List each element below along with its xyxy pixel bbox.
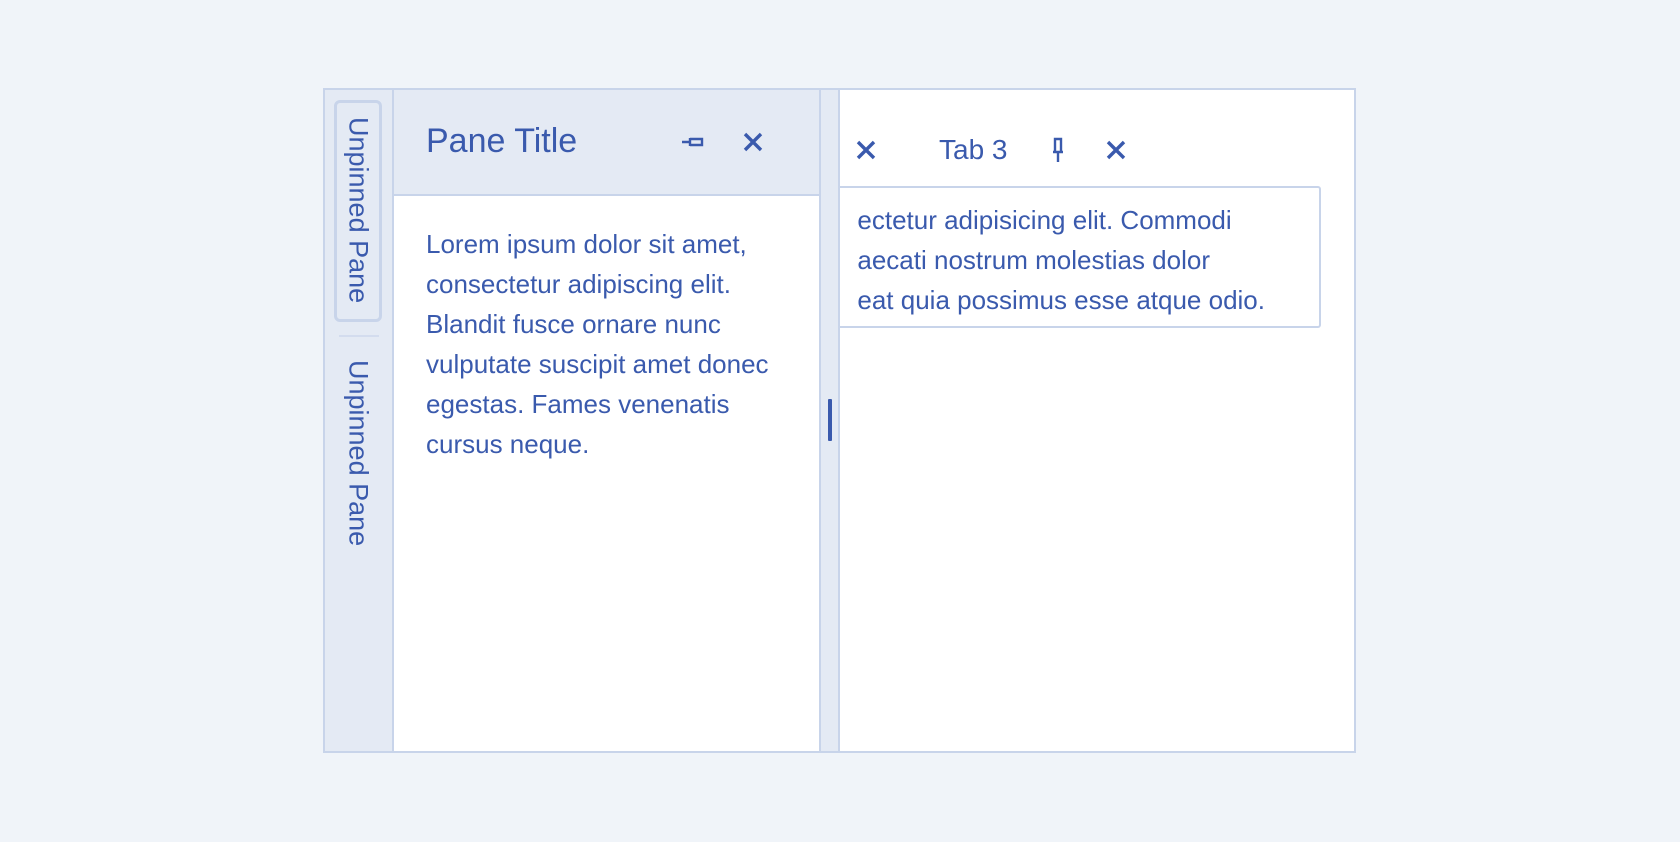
document-text: ectetur adipisicing elit. Commodi aecati… <box>857 200 1265 320</box>
document-line: aecati nostrum molestias dolor <box>857 245 1210 275</box>
pin-icon <box>1053 137 1063 162</box>
pin-button[interactable] <box>677 126 709 158</box>
document-area: Tab 3 ectetur adipisicing elit. Commodi … <box>840 90 1354 751</box>
splitter-grip[interactable] <box>828 399 832 441</box>
close-icon <box>743 132 763 152</box>
close-icon <box>1106 140 1126 160</box>
sidebar-divider <box>339 335 379 337</box>
pin-icon <box>682 137 704 147</box>
dock-window: Unpinned Pane Unpinned Pane Pane Title L… <box>323 88 1356 753</box>
sidebar-tab-unpinned-pane-2[interactable]: Unpinned Pane <box>334 360 382 560</box>
sidebar-tab-label: Unpinned Pane <box>343 360 374 547</box>
close-button[interactable] <box>737 126 769 158</box>
tab-2-close-button[interactable] <box>850 134 882 166</box>
pane-splitter[interactable] <box>819 90 840 751</box>
document-content: ectetur adipisicing elit. Commodi aecati… <box>840 186 1321 328</box>
pane-header: Pane Title <box>394 90 819 196</box>
unpinned-sidebar: Unpinned Pane Unpinned Pane <box>325 90 394 751</box>
flyout-pane: Pane Title Lorem ipsum dolor sit amet, c… <box>394 90 819 751</box>
tab-3-close-button[interactable] <box>1100 134 1132 166</box>
close-icon <box>856 140 876 160</box>
tab-3-pin-button[interactable] <box>1042 134 1074 166</box>
document-line: ectetur adipisicing elit. Commodi <box>857 205 1232 235</box>
tab-3[interactable]: Tab 3 <box>939 134 1008 166</box>
document-line: eat quia possimus esse atque odio. <box>857 285 1265 315</box>
sidebar-tab-label: Unpinned Pane <box>343 117 374 304</box>
pane-content: Lorem ipsum dolor sit amet, consectetur … <box>426 229 769 459</box>
pane-title: Pane Title <box>426 122 578 160</box>
sidebar-tab-unpinned-pane-1[interactable]: Unpinned Pane <box>334 100 382 322</box>
